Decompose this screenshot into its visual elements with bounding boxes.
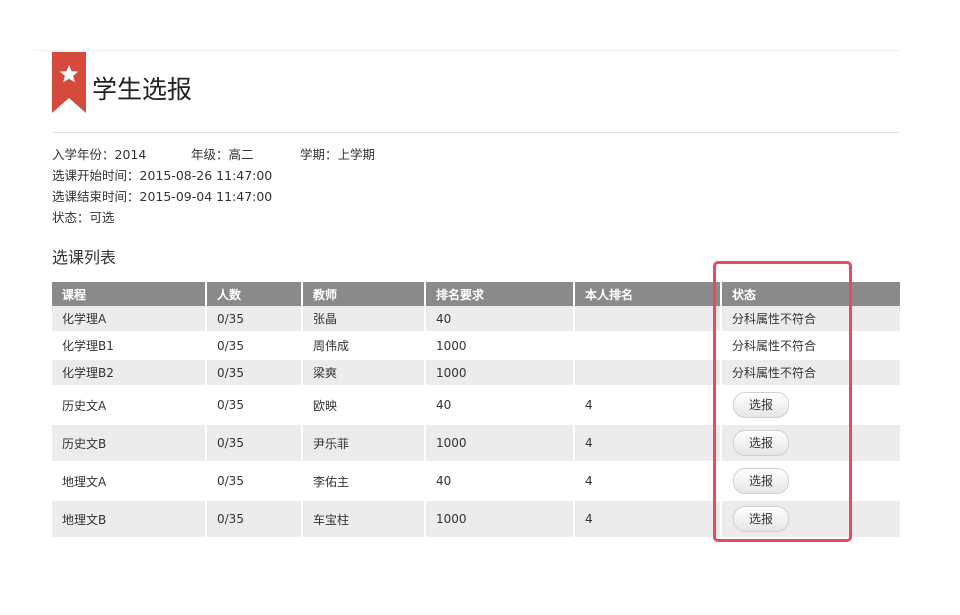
my-rank	[574, 359, 722, 387]
course-name: 地理文B	[52, 500, 207, 539]
table-row: 化学理A 0/35 张晶 40 分科属性不符合	[52, 306, 900, 333]
select-course-button[interactable]: 选报	[733, 392, 789, 418]
course-name: 历史文B	[52, 424, 207, 463]
select-course-button[interactable]: 选报	[733, 468, 789, 494]
enrollment-count: 0/35	[206, 462, 303, 501]
enrollment-count: 0/35	[206, 359, 303, 387]
status-cell: 选报	[721, 462, 900, 501]
rank-requirement: 40	[425, 462, 575, 501]
table-row: 历史文A 0/35 欧映 40 4 选报	[52, 386, 900, 425]
column-header-status: 状态	[721, 282, 900, 306]
my-rank: 4	[574, 500, 722, 539]
my-rank	[574, 332, 722, 360]
star-bookmark-icon	[52, 52, 86, 113]
enrollment-count: 0/35	[206, 500, 303, 539]
column-header-count: 人数	[206, 282, 303, 306]
teacher-name: 欧映	[302, 386, 426, 425]
course-name: 化学理B1	[52, 332, 207, 360]
enrollment-count: 0/35	[206, 332, 303, 360]
status-cell: 选报	[721, 424, 900, 463]
status-cell: 选报	[721, 386, 900, 425]
table-header-row: 课程 人数 教师 排名要求 本人排名 状态	[52, 282, 900, 306]
column-header-course: 课程	[52, 282, 207, 306]
teacher-name: 周伟成	[302, 332, 426, 360]
table-row: 地理文B 0/35 车宝柱 1000 4 选报	[52, 500, 900, 539]
enroll-year: 入学年份：2014	[52, 147, 147, 162]
page-title: 学生选报	[92, 75, 193, 104]
enrollment-count: 0/35	[206, 386, 303, 425]
my-rank: 4	[574, 462, 722, 501]
teacher-name: 梁爽	[302, 359, 426, 387]
course-table: 课程 人数 教师 排名要求 本人排名 状态 化学理A 0/35 张晶 40 分科…	[52, 282, 900, 539]
table-row: 地理文A 0/35 李佑主 40 4 选报	[52, 462, 900, 501]
column-header-teacher: 教师	[302, 282, 426, 306]
term: 学期：上学期	[300, 147, 376, 162]
selection-status: 状态：可选	[52, 210, 115, 225]
select-end-time: 选课结束时间：2015-09-04 11:47:00	[52, 189, 273, 204]
course-name: 历史文A	[52, 386, 207, 425]
rank-requirement: 40	[425, 386, 575, 425]
select-course-button[interactable]: 选报	[733, 506, 789, 532]
column-header-rank-requirement: 排名要求	[425, 282, 575, 306]
teacher-name: 尹乐菲	[302, 424, 426, 463]
rank-requirement: 1000	[425, 424, 575, 463]
status-text: 分科属性不符合	[721, 332, 900, 360]
teacher-name: 李佑主	[302, 462, 426, 501]
course-name: 化学理A	[52, 306, 207, 333]
top-divider	[34, 50, 900, 51]
rank-requirement: 40	[425, 306, 575, 333]
teacher-name: 张晶	[302, 306, 426, 333]
course-name: 化学理B2	[52, 359, 207, 387]
my-rank: 4	[574, 424, 722, 463]
enrollment-count: 0/35	[206, 424, 303, 463]
teacher-name: 车宝柱	[302, 500, 426, 539]
course-list-title: 选课列表	[52, 248, 117, 267]
rank-requirement: 1000	[425, 332, 575, 360]
table-row: 化学理B2 0/35 梁爽 1000 分科属性不符合	[52, 359, 900, 387]
info-row-1: 入学年份：2014 年级：高二 学期：上学期	[52, 146, 375, 164]
title-divider	[52, 132, 900, 133]
rank-requirement: 1000	[425, 500, 575, 539]
status-text: 分科属性不符合	[721, 306, 900, 333]
table-row: 化学理B1 0/35 周伟成 1000 分科属性不符合	[52, 332, 900, 360]
status-text: 分科属性不符合	[721, 359, 900, 387]
column-header-my-rank: 本人排名	[574, 282, 722, 306]
my-rank: 4	[574, 386, 722, 425]
my-rank	[574, 306, 722, 333]
rank-requirement: 1000	[425, 359, 575, 387]
enrollment-count: 0/35	[206, 306, 303, 333]
course-name: 地理文A	[52, 462, 207, 501]
grade: 年级：高二	[191, 147, 254, 162]
status-cell: 选报	[721, 500, 900, 539]
select-start-time: 选课开始时间：2015-08-26 11:47:00	[52, 168, 273, 183]
select-course-button[interactable]: 选报	[733, 430, 789, 456]
table-row: 历史文B 0/35 尹乐菲 1000 4 选报	[52, 424, 900, 463]
